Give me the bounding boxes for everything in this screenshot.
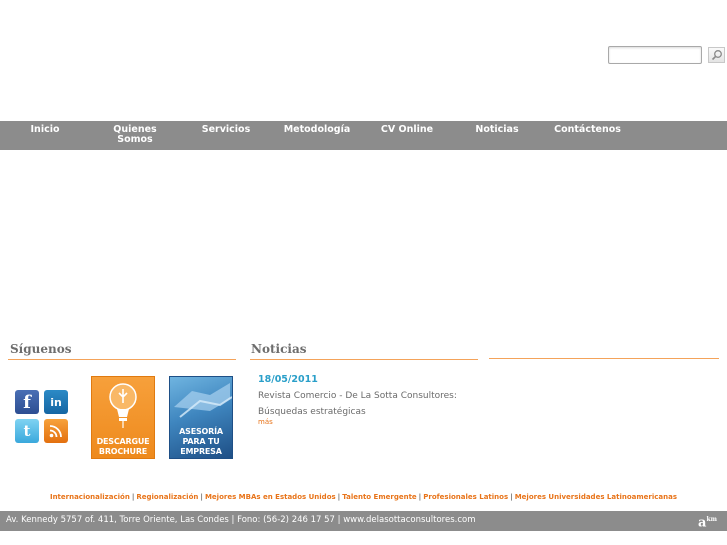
nav-item-contactenos[interactable]: Contáctenos <box>550 125 625 135</box>
nav-item-metodologia[interactable]: Metodología <box>280 125 354 135</box>
link-separator: | <box>337 493 341 501</box>
page: Inicio Quienes Somos Servicios Metodolog… <box>0 0 727 545</box>
nav-item-quienes-somos[interactable]: Quienes Somos <box>105 125 165 145</box>
news-divider <box>250 359 478 360</box>
link-separator: | <box>200 493 203 501</box>
link-regionalizacion[interactable]: Regionalización <box>136 493 198 501</box>
news-date: 18/05/2011 <box>258 374 318 385</box>
search-input[interactable] <box>608 46 702 64</box>
linkedin-icon[interactable]: in <box>44 390 68 414</box>
main-nav: Inicio Quienes Somos Servicios Metodolog… <box>0 121 727 150</box>
link-mejores-universidades[interactable]: Mejores Universidades Latinoamericanas <box>515 493 677 501</box>
link-separator: | <box>418 493 422 501</box>
linkedin-glyph: in <box>50 395 62 409</box>
link-separator: | <box>510 493 513 501</box>
topic-links: Internacionalización | Regionalización | Mej… <box>0 493 727 501</box>
brochure-line-2: BROCHURE <box>98 447 148 456</box>
download-brochure-banner[interactable]: DESCARGUE BROCHURE <box>91 376 155 459</box>
footer-contact-text: Av. Kennedy 5757 of. 411, Torre Oriente,… <box>6 515 476 525</box>
rss-glyph <box>49 425 62 438</box>
brochure-line-1: DESCARGUE <box>96 437 150 446</box>
nav-item-inicio[interactable]: Inicio <box>20 125 70 135</box>
footer-bar: Av. Kennedy 5757 of. 411, Torre Oriente,… <box>0 511 727 531</box>
link-internacionalizacion[interactable]: Internacionalización <box>50 493 130 501</box>
facebook-icon[interactable]: f <box>15 390 39 414</box>
nav-label: CV Online <box>380 124 434 135</box>
advisory-line-1: ASESORÍA <box>179 427 223 436</box>
nav-label: Inicio <box>30 124 60 135</box>
footer-logo-mark: km <box>706 516 717 523</box>
follow-divider <box>8 359 236 360</box>
link-talento-emergente[interactable]: Talento Emergente <box>342 493 416 501</box>
nav-label: Servicios <box>201 124 251 135</box>
nav-label: Noticias <box>475 124 519 135</box>
nav-label-second-line: Somos <box>117 134 153 145</box>
magnifier-icon <box>711 50 722 61</box>
business-advisory-banner[interactable]: ASESORÍA PARA TU EMPRESA <box>169 376 233 459</box>
nav-item-noticias[interactable]: Noticias <box>468 125 526 135</box>
handshake-image <box>174 383 232 418</box>
search-bar <box>608 46 725 64</box>
link-separator: | <box>131 493 135 501</box>
rss-icon[interactable] <box>44 419 68 443</box>
lightbulb-icon <box>109 383 137 428</box>
footer-logo[interactable]: akm <box>698 513 717 530</box>
search-button[interactable] <box>708 47 725 63</box>
news-more-link[interactable]: más <box>258 418 273 426</box>
twitter-icon[interactable]: t <box>15 419 39 443</box>
third-column-divider <box>489 358 719 359</box>
twitter-glyph: t <box>23 422 31 440</box>
nav-item-cv-online[interactable]: CV Online <box>374 125 440 135</box>
advisory-line-2: PARA TU <box>182 437 220 446</box>
follow-heading: Síguenos <box>10 342 72 356</box>
nav-label: Metodología <box>283 124 351 135</box>
link-profesionales-latinos[interactable]: Profesionales Latinos <box>423 493 508 501</box>
nav-label: Contáctenos <box>554 124 621 135</box>
link-mejores-mbas[interactable]: Mejores MBAs en Estados Unidos <box>205 493 336 501</box>
nav-item-servicios[interactable]: Servicios <box>196 125 256 135</box>
news-title-link[interactable]: Revista Comercio - De La Sotta Consultor… <box>258 388 478 420</box>
facebook-glyph: f <box>23 391 31 413</box>
news-heading: Noticias <box>251 342 307 356</box>
advisory-line-3: EMPRESA <box>180 447 222 456</box>
